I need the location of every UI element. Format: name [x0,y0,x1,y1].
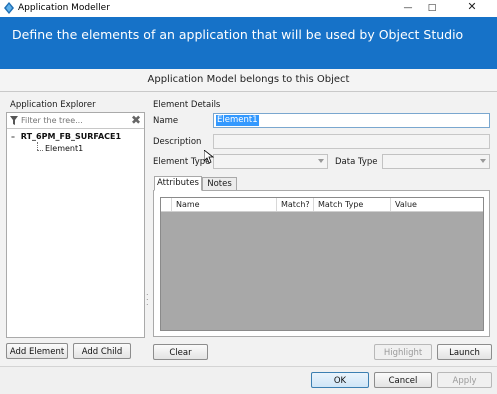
splitter-handle[interactable]: ... [146,289,149,310]
app-icon [4,2,14,14]
tree-root-label: RT_6PM_FB_SURFACE1 [20,132,122,141]
title-bar: Application Modeller — □ ✕ [0,0,497,17]
chevron-down-icon [318,159,324,163]
element-type-select[interactable] [213,154,328,169]
highlight-button[interactable]: Highlight [374,344,432,360]
application-explorer-tree[interactable]: ✖ – RT_6PM_FB_SURFACE1 Element1 [6,112,145,338]
add-child-button[interactable]: Add Child [73,343,131,359]
tree-connector [37,142,39,150]
tree-node-element1[interactable]: Element1 [45,144,83,153]
column-match[interactable]: Match? [276,198,313,211]
filter-input[interactable] [21,114,121,126]
name-label: Name [153,116,179,126]
header-banner: Define the elements of an application th… [0,17,497,69]
description-label: Description [153,137,202,147]
filter-icon [10,116,18,125]
launch-button[interactable]: Launch [437,344,492,360]
attributes-panel: Name Match? Match Type Value [153,190,490,337]
details-title: Element Details [153,100,221,110]
name-field[interactable]: Element1 [213,113,490,128]
description-field[interactable] [213,134,490,149]
apply-button[interactable]: Apply [437,372,492,388]
element-type-label: Element Type [153,157,211,167]
name-value: Element1 [216,115,259,126]
tree-connector [37,150,43,152]
minimize-button[interactable]: — [398,1,418,15]
column-value[interactable]: Value [390,198,483,211]
grid-header: Name Match? Match Type Value [161,198,483,212]
clear-button[interactable]: Clear [153,344,208,360]
explorer-title: Application Explorer [10,100,96,110]
tree-node-root[interactable]: – RT_6PM_FB_SURFACE1 [11,132,121,141]
tab-notes[interactable]: Notes [202,177,237,191]
column-name[interactable]: Name [171,198,276,211]
column-match-type[interactable]: Match Type [313,198,390,211]
tree-filter: ✖ [7,113,144,129]
window-title: Application Modeller [18,3,110,13]
cancel-button[interactable]: Cancel [374,372,432,388]
ok-button[interactable]: OK [311,372,369,388]
subheader: Application Model belongs to this Object [0,69,497,92]
banner-text: Define the elements of an application th… [12,27,464,42]
data-type-select[interactable] [382,154,490,169]
attributes-grid[interactable]: Name Match? Match Type Value [160,197,484,331]
close-button[interactable]: ✕ [450,0,494,14]
add-element-button[interactable]: Add Element [6,343,68,359]
tab-attributes[interactable]: Attributes [154,176,202,191]
mouse-cursor-icon [204,150,214,164]
clear-filter-icon[interactable]: ✖ [131,113,141,127]
maximize-button[interactable]: □ [422,1,442,15]
data-type-label: Data Type [335,157,378,167]
chevron-down-icon [480,159,486,163]
collapse-icon[interactable]: – [11,132,18,141]
